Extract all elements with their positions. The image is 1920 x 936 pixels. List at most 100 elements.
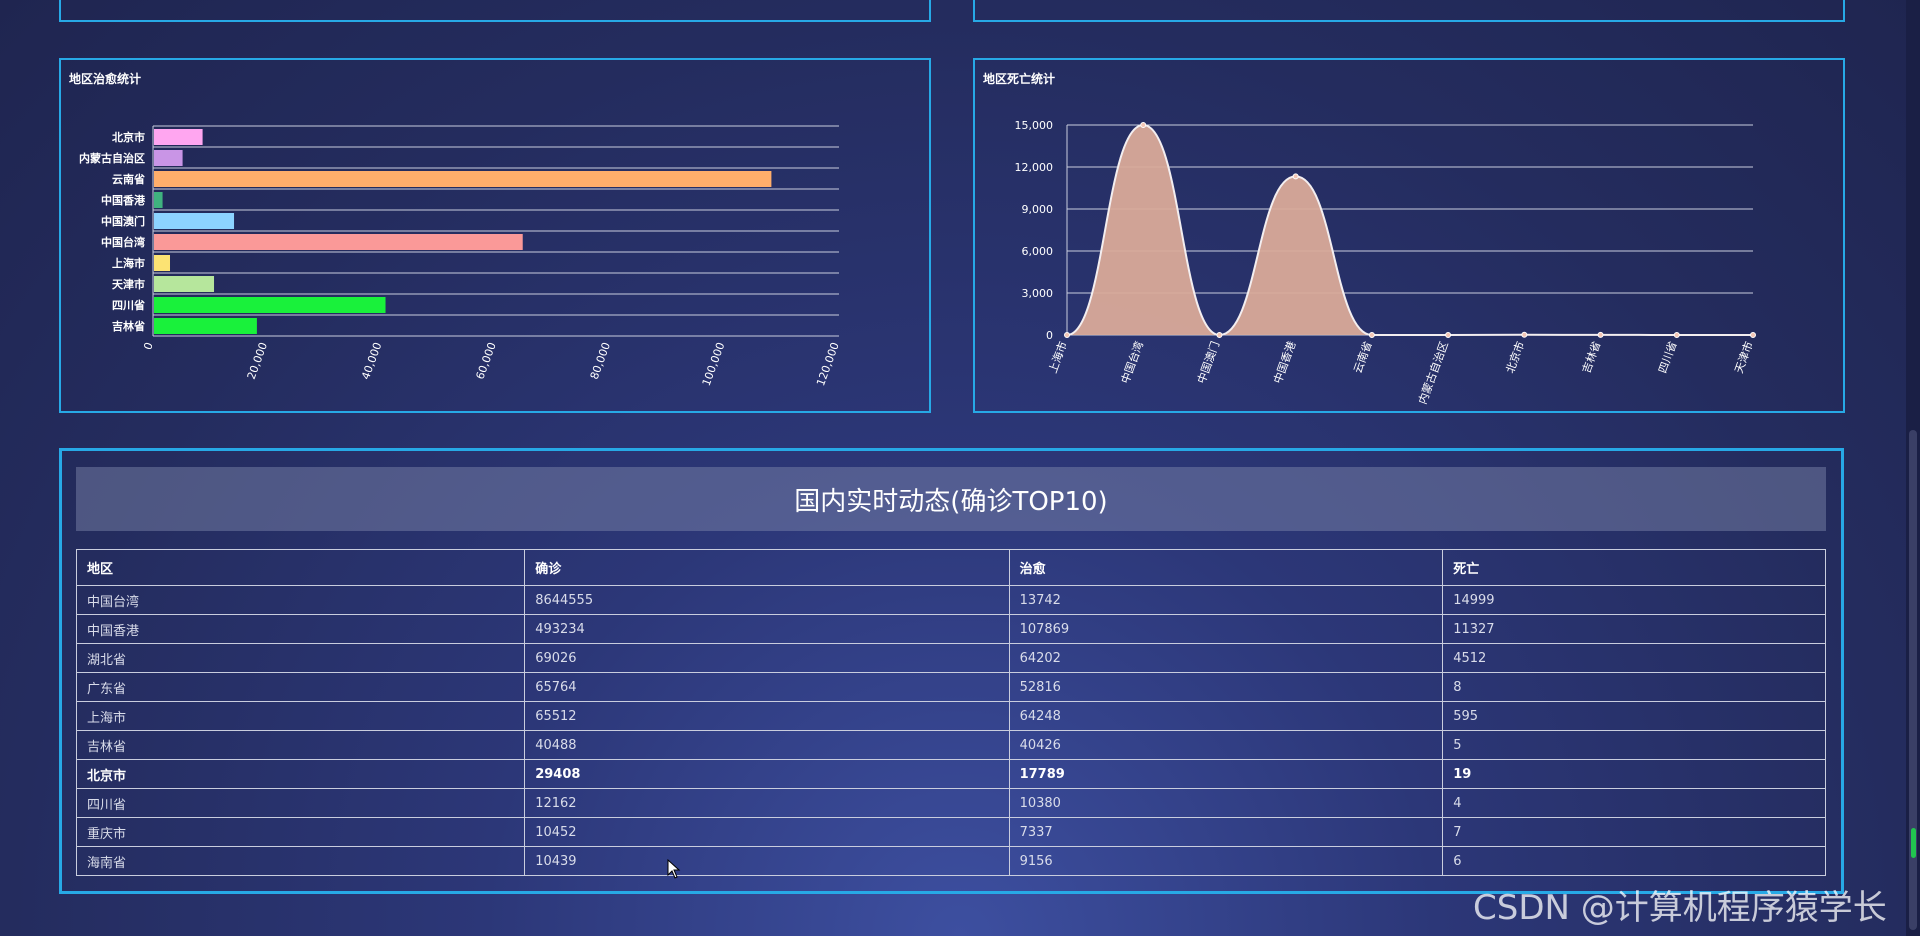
bar-0 xyxy=(154,129,203,145)
area-y-tick-label: 6,000 xyxy=(1022,245,1054,258)
death-chart-panel: 地区死亡统计 0 3,000 6,000 9,000 12,000 15,000 上海市 中国… xyxy=(973,58,1845,413)
cell-deaths: 8 xyxy=(1442,672,1826,702)
area-x-tick-label: 内蒙古自治区 xyxy=(1415,339,1451,406)
area-x-tick-label: 云南省 xyxy=(1351,340,1375,375)
scrollbar-indicator xyxy=(1911,828,1916,858)
cell-cured: 64248 xyxy=(1008,701,1444,731)
table-row: 重庆市 10452 7337 7 xyxy=(75,817,1826,847)
cell-deaths: 6 xyxy=(1442,846,1826,876)
bar-3 xyxy=(154,192,163,208)
bar-category-label: 北京市 xyxy=(112,130,145,144)
cured-bar-chart: 北京市内蒙古自治区云南省中国香港中国澳门中国台湾上海市天津市四川省吉林省 0 20,… xyxy=(79,125,842,388)
cell-region: 四川省 xyxy=(75,788,526,818)
area-x-tick-label: 中国香港 xyxy=(1271,340,1298,386)
area-point xyxy=(1521,331,1528,338)
bar-7 xyxy=(154,276,215,292)
bar-category-label: 天津市 xyxy=(112,277,145,291)
cell-cured: 107869 xyxy=(1008,614,1444,644)
cell-deaths: 5 xyxy=(1442,730,1826,760)
cell-region: 海南省 xyxy=(75,846,526,876)
table-title-band: 国内实时动态(确诊TOP10) xyxy=(76,467,1826,531)
cell-region: 吉林省 xyxy=(75,730,526,760)
cell-cured: 40426 xyxy=(1008,730,1444,760)
death-area-chart: 0 3,000 6,000 9,000 12,000 15,000 上海市 中国台湾 中国澳门 中… xyxy=(1015,119,1756,406)
bar-category-label: 上海市 xyxy=(112,256,145,270)
area-x-tick-label: 上海市 xyxy=(1045,339,1069,375)
bar-category-label: 中国台湾 xyxy=(101,235,145,249)
cell-confirmed: 8644555 xyxy=(524,585,1010,615)
cell-cured: 64202 xyxy=(1008,643,1444,673)
bar-1 xyxy=(154,150,183,166)
area-x-tick-label: 北京市 xyxy=(1503,339,1527,375)
bar-6 xyxy=(154,255,171,271)
table-row: 上海市 65512 64248 595 xyxy=(75,701,1826,731)
cell-region: 上海市 xyxy=(75,701,526,731)
bar-x-tick-label: 0 xyxy=(141,341,156,352)
cured-chart-panel: 地区治愈统计 北京市 内蒙古自治区 云南省 中国香港 中国澳门 中国台湾 上海市 天津市 四川省… xyxy=(59,58,931,413)
bar-category-label: 内蒙古自治区 xyxy=(79,151,145,165)
area-point xyxy=(1292,173,1299,180)
table-row: 吉林省 40488 40426 5 xyxy=(75,730,1826,760)
area-x-tick-label: 中国台湾 xyxy=(1118,339,1146,385)
table-title: 国内实时动态(确诊TOP10) xyxy=(794,486,1108,517)
area-point xyxy=(1064,332,1070,338)
bar-x-tick-label: 40,000 xyxy=(359,341,384,382)
bar-8 xyxy=(154,297,386,313)
bar-category-label: 中国澳门 xyxy=(101,214,145,228)
bar-x-tick-label: 80,000 xyxy=(588,341,613,382)
table-row: 中国香港 493234 107869 11327 xyxy=(75,614,1826,644)
top-right-panel-clipped xyxy=(973,0,1845,22)
cell-confirmed: 10439 xyxy=(524,846,1010,876)
cell-region: 湖北省 xyxy=(75,643,526,673)
top10-table-panel: 国内实时动态(确诊TOP10) 地区 确诊 治愈 死亡 中国台湾 8644555 1… xyxy=(59,448,1844,894)
table-row: 湖北省 69026 64202 4512 xyxy=(75,643,1826,673)
area-y-tick-label: 15,000 xyxy=(1015,119,1054,132)
bar-x-tick-label: 60,000 xyxy=(473,341,498,382)
cell-cured: 17789 xyxy=(1008,759,1444,789)
cell-confirmed: 493234 xyxy=(524,614,1010,644)
table-row: 中国台湾 8644555 13742 14999 xyxy=(75,585,1826,615)
cell-deaths: 4512 xyxy=(1442,643,1826,673)
area-point xyxy=(1673,331,1680,338)
cell-region: 北京市 xyxy=(75,759,526,789)
cell-deaths: 14999 xyxy=(1442,585,1826,615)
top10-table: 地区 确诊 治愈 死亡 中国台湾 8644555 13742 14999 中国香港 493… xyxy=(75,549,1826,876)
cell-deaths: 11327 xyxy=(1442,614,1826,644)
column-header-region: 地区 xyxy=(75,549,526,586)
cell-confirmed: 29408 xyxy=(524,759,1010,789)
area-point xyxy=(1216,332,1223,338)
table-header-row: 地区 确诊 治愈 死亡 xyxy=(75,549,1826,586)
cell-deaths: 7 xyxy=(1442,817,1826,847)
cell-cured: 10380 xyxy=(1008,788,1444,818)
area-x-tick-label: 四川省 xyxy=(1656,340,1680,375)
area-y-tick-label: 3,000 xyxy=(1022,287,1054,300)
cell-cured: 7337 xyxy=(1008,817,1444,847)
area-point xyxy=(1445,332,1452,338)
cell-deaths: 19 xyxy=(1442,759,1826,789)
table-row: 北京市 29408 17789 19 xyxy=(75,759,1826,789)
area-y-tick-label: 0 xyxy=(1046,329,1053,342)
cell-confirmed: 65764 xyxy=(524,672,1010,702)
area-point xyxy=(1750,332,1756,338)
bar-category-label: 云南省 xyxy=(112,172,145,186)
cell-confirmed: 69026 xyxy=(524,643,1010,673)
table-row: 广东省 65764 52816 8 xyxy=(75,672,1826,702)
area-point xyxy=(1368,332,1375,338)
area-y-tick-label: 9,000 xyxy=(1022,203,1054,216)
cell-region: 重庆市 xyxy=(75,817,526,847)
bar-category-label: 四川省 xyxy=(112,298,145,312)
column-header-confirmed: 确诊 xyxy=(524,549,1010,586)
area-x-tick-label: 中国澳门 xyxy=(1194,339,1222,385)
csdn-watermark: CSDN @计算机程序猿学长 xyxy=(1473,888,1887,928)
cell-region: 中国台湾 xyxy=(75,585,526,615)
cell-region: 中国香港 xyxy=(75,614,526,644)
area-x-tick-label: 吉林省 xyxy=(1579,339,1603,375)
cell-confirmed: 10452 xyxy=(524,817,1010,847)
cell-cured: 9156 xyxy=(1008,846,1444,876)
area-point xyxy=(1140,122,1147,129)
bar-2 xyxy=(154,171,772,187)
area-x-tick-label: 天津市 xyxy=(1731,339,1755,375)
cell-cured: 13742 xyxy=(1008,585,1444,615)
area-fill xyxy=(1067,125,1753,335)
table-row: 四川省 12162 10380 4 xyxy=(75,788,1826,818)
